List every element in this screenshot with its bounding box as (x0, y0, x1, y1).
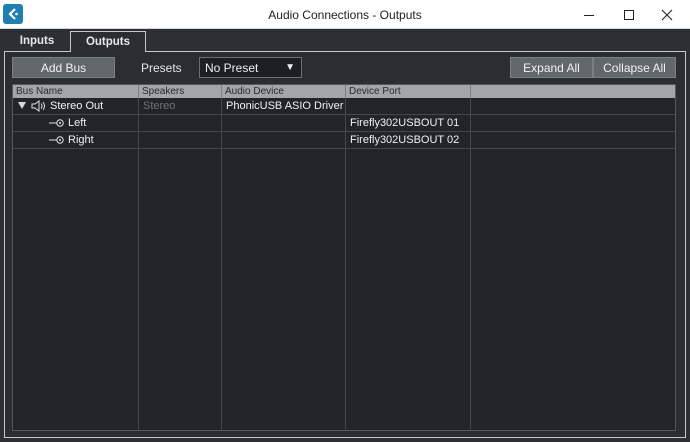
table-row[interactable]: Right Firefly302USBOUT 02 (13, 132, 675, 149)
speaker-icon (31, 100, 45, 112)
minimize-button[interactable] (572, 0, 606, 29)
outputs-panel: Add Bus Presets No Preset ▼ Expand All C… (4, 51, 686, 438)
dropdown-arrow-icon: ▼ (285, 62, 295, 73)
minimize-icon (584, 14, 594, 16)
output-channel-icon (49, 136, 64, 144)
device-port-value[interactable]: Firefly302USBOUT 02 (350, 132, 459, 148)
bus-name: Stereo Out (50, 100, 104, 112)
column-speakers[interactable]: Speakers (139, 85, 222, 98)
table-row[interactable]: Stereo Out Stereo PhonicUSB ASIO Driver (13, 98, 675, 115)
bus-table: Bus Name Speakers Audio Device Device Po… (12, 84, 676, 431)
bus-name: Left (68, 117, 87, 129)
close-button[interactable] (650, 0, 684, 29)
speakers-value[interactable]: Stereo (143, 98, 175, 114)
column-audio-device[interactable]: Audio Device (222, 85, 346, 98)
device-port-value[interactable]: Firefly302USBOUT 01 (350, 115, 459, 131)
column-bus-name[interactable]: Bus Name (13, 85, 139, 98)
expand-triangle-icon[interactable] (18, 102, 26, 109)
maximize-icon (624, 9, 634, 20)
tab-inputs[interactable]: Inputs (6, 31, 68, 51)
expand-all-button[interactable]: Expand All (510, 57, 593, 78)
presets-dropdown[interactable]: No Preset ▼ (199, 57, 302, 78)
output-channel-icon (49, 119, 64, 127)
collapse-all-button[interactable]: Collapse All (593, 57, 676, 78)
audio-device-value[interactable]: PhonicUSB ASIO Driver (226, 98, 343, 114)
column-device-port[interactable]: Device Port (346, 85, 471, 98)
title-bar: Audio Connections - Outputs (0, 0, 690, 29)
table-header: Bus Name Speakers Audio Device Device Po… (13, 85, 675, 98)
audio-connections-window: Inputs Outputs Add Bus Presets No Preset… (0, 29, 690, 442)
bus-name: Right (68, 134, 94, 146)
close-icon (661, 9, 673, 20)
table-row[interactable]: Left Firefly302USBOUT 01 (13, 115, 675, 132)
presets-value: No Preset (205, 60, 259, 75)
maximize-button[interactable] (612, 0, 646, 29)
tab-outputs[interactable]: Outputs (70, 31, 146, 52)
presets-label: Presets (141, 61, 182, 75)
add-bus-button[interactable]: Add Bus (12, 57, 115, 78)
